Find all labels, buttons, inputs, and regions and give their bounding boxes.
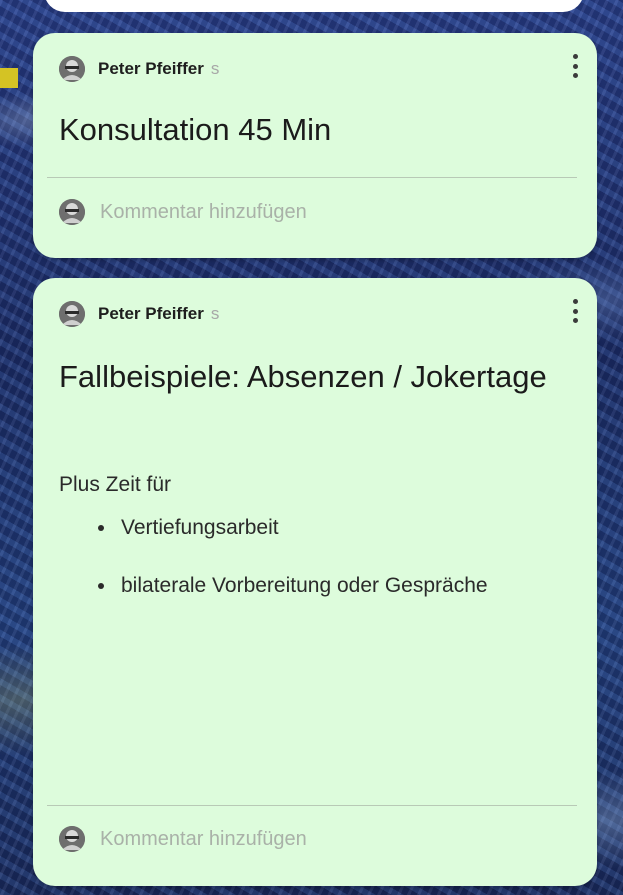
post-card[interactable]: Peter Pfeiffer s Fallbeispiele: Absenzen… [33, 278, 597, 886]
author-name: Peter Pfeiffer [98, 304, 204, 323]
avatar-icon [59, 826, 85, 852]
previous-card-edge [44, 0, 584, 12]
avatar-icon[interactable] [59, 56, 85, 82]
author-suffix: s [210, 304, 220, 323]
post-title: Konsultation 45 Min [59, 112, 332, 147]
post-body-intro: Plus Zeit für [59, 473, 172, 496]
post-body: Plus Zeit für Vertiefungsarbeit bilatera… [59, 473, 557, 602]
author-name: Peter Pfeiffer [98, 59, 204, 78]
more-vertical-icon[interactable] [567, 296, 583, 326]
post-author: Peter Pfeiffer s [59, 54, 219, 84]
divider [47, 177, 577, 178]
post-card[interactable]: Peter Pfeiffer s Konsultation 45 Min Kom… [33, 33, 597, 258]
comment-placeholder[interactable]: Kommentar hinzufügen [100, 201, 307, 224]
comment-placeholder[interactable]: Kommentar hinzufügen [100, 828, 307, 851]
add-comment[interactable]: Kommentar hinzufügen [59, 199, 307, 225]
section-marker [0, 68, 18, 88]
post-title: Fallbeispiele: Absenzen / Jokertage [59, 359, 547, 394]
divider [47, 805, 577, 806]
author-suffix: s [210, 59, 220, 78]
post-author: Peter Pfeiffer s [59, 299, 219, 329]
post-body-list: Vertiefungsarbeit bilaterale Vorbereitun… [59, 511, 557, 602]
list-item: bilaterale Vorbereitung oder Gespräche [117, 569, 557, 602]
more-vertical-icon[interactable] [567, 51, 583, 81]
list-item: Vertiefungsarbeit [117, 511, 557, 544]
add-comment[interactable]: Kommentar hinzufügen [59, 826, 307, 852]
avatar-icon[interactable] [59, 301, 85, 327]
avatar-icon [59, 199, 85, 225]
